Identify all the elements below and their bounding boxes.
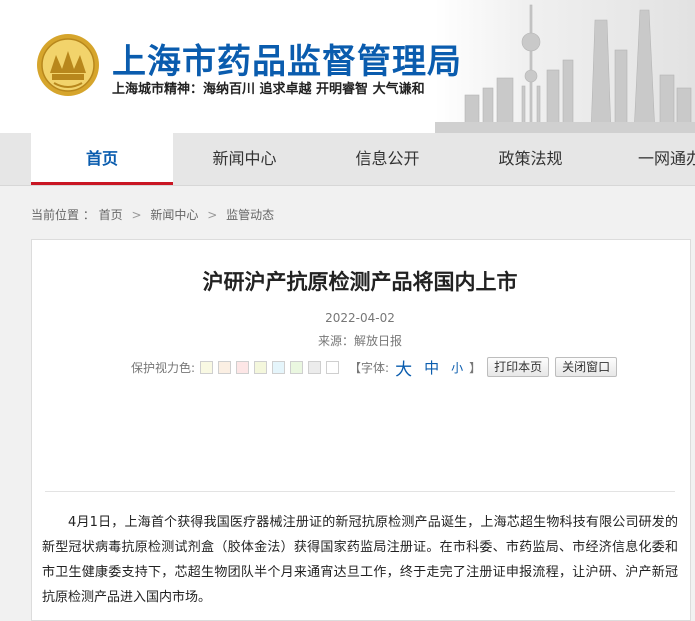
nav-item-news-center[interactable]: 新闻中心 bbox=[173, 133, 316, 185]
eye-color-swatch[interactable] bbox=[326, 360, 340, 374]
breadcrumb: 当前位置 ： 首页 > 新闻中心 > 监管动态 bbox=[31, 206, 274, 223]
article-title: 沪研沪产抗原检测产品将国内上市 bbox=[202, 270, 518, 294]
breadcrumb-item-news-center[interactable]: 新闻中心 bbox=[150, 208, 198, 222]
font-large-button[interactable]: 大 bbox=[395, 355, 412, 380]
eye-color-swatch[interactable] bbox=[308, 360, 322, 374]
print-button[interactable]: 打印本页 bbox=[487, 357, 550, 377]
article-date: 2022-04-02 bbox=[325, 311, 395, 325]
shanghai-emblem-icon bbox=[37, 34, 99, 96]
eye-color-swatch[interactable] bbox=[290, 360, 304, 374]
nav-item-home[interactable]: 首页 bbox=[31, 133, 173, 185]
eye-color-swatch[interactable] bbox=[272, 360, 286, 374]
site-header: 上海市药品监督管理局 上海城市精神：海纳百川 追求卓越 开明睿智 大气谦和 bbox=[0, 0, 695, 133]
nav-item-info-disclosure[interactable]: 信息公开 bbox=[316, 133, 459, 185]
article-body: 4月1日，上海首个获得我国医疗器械注册证的新冠抗原检测产品诞生，上海芯超生物科技… bbox=[42, 515, 678, 605]
eye-color-swatch[interactable] bbox=[254, 360, 268, 374]
font-size-controls: 【字体: 大 中 小 】 bbox=[349, 355, 481, 380]
close-window-button[interactable]: 关闭窗口 bbox=[555, 357, 618, 377]
breadcrumb-separator: > bbox=[207, 208, 218, 222]
breadcrumb-separator: > bbox=[131, 208, 142, 222]
font-size-label-close: 】 bbox=[469, 360, 482, 375]
main-nav: 首页 新闻中心 信息公开 政策法规 一网通办 bbox=[0, 133, 695, 186]
eye-color-swatch[interactable] bbox=[200, 360, 214, 374]
nav-item-policies-regulations[interactable]: 政策法规 bbox=[459, 133, 602, 185]
city-skyline-image bbox=[435, 0, 695, 133]
article-source: 来源：解放日报 bbox=[317, 334, 402, 348]
eye-protect-label: 保护视力色: bbox=[131, 360, 196, 375]
site-title: 上海市药品监督管理局 bbox=[112, 42, 462, 82]
content-divider bbox=[45, 491, 675, 492]
breadcrumb-item-home[interactable]: 首页 bbox=[99, 208, 123, 222]
font-small-button[interactable]: 小 bbox=[451, 359, 463, 376]
breadcrumb-prefix: 当前位置 ： bbox=[31, 208, 95, 222]
article-toolbar: 保护视力色: 【字体: 大 中 小 】 打印本页 关闭窗口 bbox=[131, 355, 618, 380]
nav-item-one-stop-service[interactable]: 一网通办 bbox=[602, 133, 695, 185]
site-slogan: 上海城市精神：海纳百川 追求卓越 开明睿智 大气谦和 bbox=[112, 82, 425, 97]
font-medium-button[interactable]: 中 bbox=[424, 357, 439, 378]
breadcrumb-item-regulatory-news[interactable]: 监管动态 bbox=[226, 208, 274, 222]
font-size-label: 【字体: bbox=[349, 360, 390, 375]
eye-color-swatch[interactable] bbox=[236, 360, 250, 374]
eye-color-swatch[interactable] bbox=[218, 360, 232, 374]
